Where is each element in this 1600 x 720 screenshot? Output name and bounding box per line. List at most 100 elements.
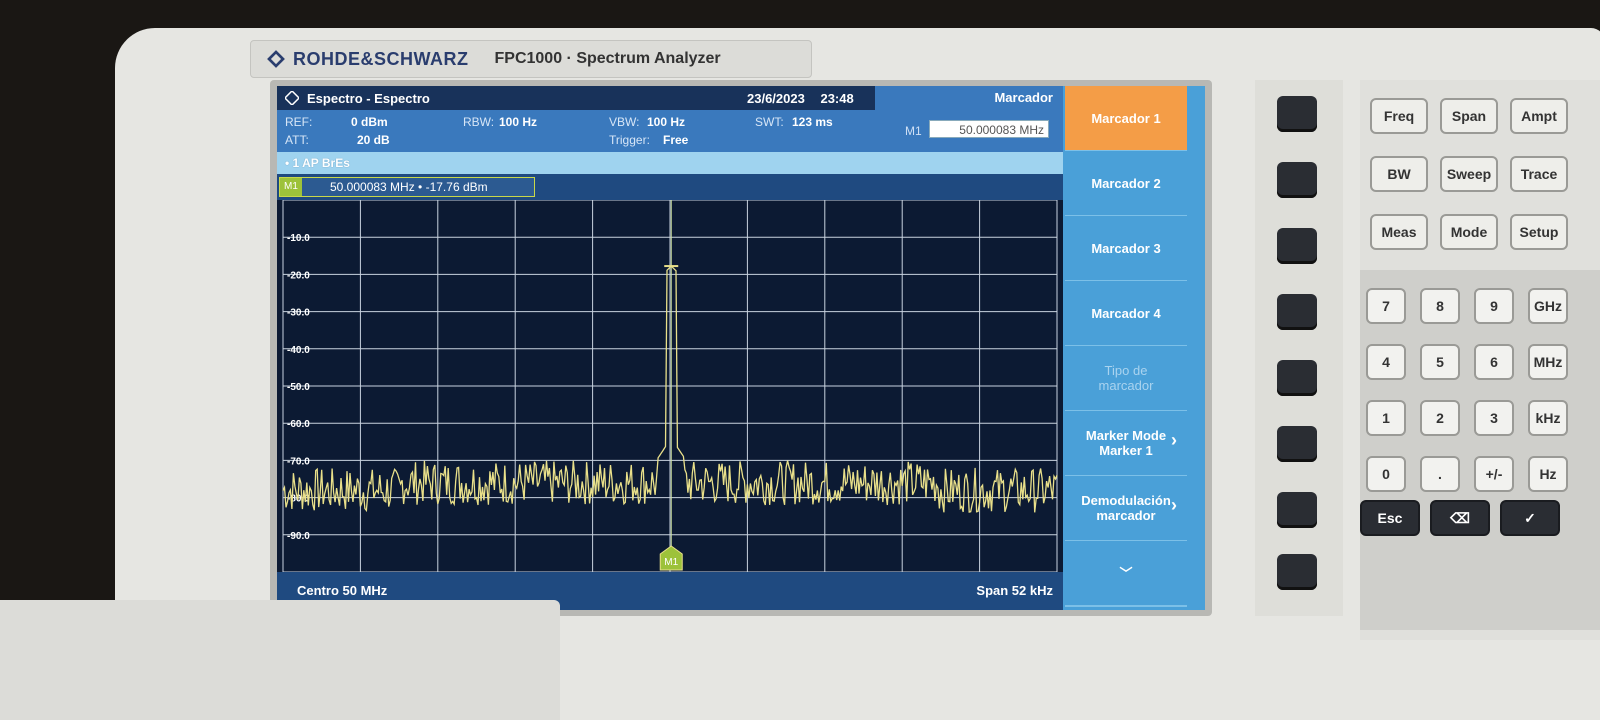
- brand-bar: ROHDE&SCHWARZ FPC1000 · Spectrum Analyze…: [250, 40, 812, 78]
- span-frequency[interactable]: Span 52 kHz: [976, 583, 1053, 598]
- key-label: Freq: [1383, 108, 1415, 124]
- hardware-softkey-3[interactable]: [1277, 228, 1317, 264]
- enter-key[interactable]: ✓: [1500, 500, 1560, 536]
- key-num[interactable]: 4: [1366, 344, 1406, 380]
- key-num[interactable]: 5: [1420, 344, 1460, 380]
- numeric-keypad-area: [1360, 270, 1600, 630]
- rbw-value: 100 Hz: [499, 115, 538, 129]
- softkey-1[interactable]: Marcador 1: [1065, 86, 1187, 152]
- marker-panel-header: Marcador: [875, 86, 1063, 110]
- spectrum-plot[interactable]: -10.0 -20.0 -30.0 -40.0 -50.0 -60.0 -70.0 -80.0…: [277, 199, 1063, 573]
- key-label: Meas: [1381, 224, 1417, 240]
- key-label: BW: [1387, 166, 1411, 182]
- y-tick-label: -40.0: [287, 345, 310, 356]
- screen-title: Espectro - Espectro: [307, 90, 430, 106]
- key-span[interactable]: Span: [1440, 98, 1498, 134]
- key-label: Mode: [1450, 224, 1488, 240]
- key-num[interactable]: 8: [1420, 288, 1460, 324]
- key-ghz[interactable]: GHz: [1528, 288, 1568, 324]
- softkey-label: Marker Mode Marker 1: [1085, 428, 1167, 458]
- key-ampt[interactable]: Ampt: [1510, 98, 1568, 134]
- key-khz[interactable]: kHz: [1528, 400, 1568, 436]
- marker-readout[interactable]: M1 50.000083 MHz • -17.76 dBm: [279, 177, 535, 197]
- y-tick-label: -10.0: [287, 233, 310, 244]
- time: 23:48: [820, 91, 854, 106]
- key-sweep[interactable]: Sweep: [1440, 156, 1498, 192]
- center-frequency[interactable]: Centro 50 MHz: [297, 583, 387, 598]
- key-label: 2: [1436, 410, 1444, 426]
- hardware-softkey-8[interactable]: [1277, 554, 1317, 590]
- key-label: +/-: [1485, 466, 1503, 482]
- softkey-7[interactable]: Demodulación marcador ›: [1065, 476, 1187, 542]
- key-hz[interactable]: Hz: [1528, 456, 1568, 492]
- y-tick-label: -90.0: [287, 531, 310, 542]
- hardware-softkey-6[interactable]: [1277, 426, 1317, 462]
- key-num[interactable]: 6: [1474, 344, 1514, 380]
- key-bw[interactable]: BW: [1370, 156, 1428, 192]
- marker-panel-title: Marcador: [994, 90, 1053, 105]
- key-num[interactable]: 2: [1420, 400, 1460, 436]
- softkey-label: Marcador 4: [1091, 305, 1161, 321]
- bench-foreground: [0, 600, 560, 720]
- key-num[interactable]: 9: [1474, 288, 1514, 324]
- y-tick-label: -30.0: [287, 308, 310, 319]
- softkey-5[interactable]: Tipo de marcador: [1065, 346, 1187, 412]
- key-num[interactable]: 7: [1366, 288, 1406, 324]
- marker-readout-bar: M1 50.000083 MHz • -17.76 dBm: [277, 174, 1063, 200]
- key-label: ⌫: [1450, 510, 1470, 526]
- y-tick-label: -70.0: [287, 456, 310, 467]
- hardware-softkey-5[interactable]: [1277, 360, 1317, 396]
- key-label: 8: [1436, 298, 1444, 314]
- brand-name: ROHDE&SCHWARZ: [293, 48, 469, 69]
- softkey-8[interactable]: ﹀: [1065, 541, 1187, 607]
- mode-icon: [285, 91, 299, 105]
- chevron-right-icon: ›: [1171, 495, 1177, 515]
- rohde-schwarz-logo-icon: [267, 50, 285, 68]
- hardware-keypad: Freq Span Ampt BW Sweep Trace Meas Mode Setup 7 8 9…: [1360, 80, 1600, 640]
- hardware-softkey-7[interactable]: [1277, 492, 1317, 528]
- hardware-softkey-column: [1255, 80, 1343, 616]
- key-num[interactable]: +/-: [1474, 456, 1514, 492]
- ref-label: REF:: [285, 115, 313, 129]
- spectrum-chart[interactable]: -10.0-20.0-30.0-40.0-50.0-60.0-70.0-80.0…: [277, 199, 1063, 573]
- key-mode[interactable]: Mode: [1440, 214, 1498, 250]
- key-freq[interactable]: Freq: [1370, 98, 1428, 134]
- parameters-bar[interactable]: REF: 0 dBm ATT: 20 dB RBW: 100 Hz VBW: 1…: [277, 110, 875, 152]
- key-label: Trace: [1520, 166, 1558, 182]
- softkey-label: Demodulación marcador: [1081, 493, 1171, 523]
- trace-info-bar[interactable]: • 1 AP BrEs: [277, 152, 1063, 174]
- trace-info: • 1 AP BrEs: [285, 156, 350, 170]
- datetime: 23/6/2023 23:48: [747, 91, 854, 106]
- att-label: ATT:: [285, 133, 309, 147]
- key-trace[interactable]: Trace: [1510, 156, 1568, 192]
- key-num[interactable]: 0: [1366, 456, 1406, 492]
- vbw-value: 100 Hz: [647, 115, 686, 129]
- key-num[interactable]: 1: [1366, 400, 1406, 436]
- softkey-2[interactable]: Marcador 2: [1065, 151, 1187, 217]
- key-num[interactable]: 3: [1474, 400, 1514, 436]
- y-tick-label: -60.0: [287, 419, 310, 430]
- title-bar: Espectro - Espectro 23/6/2023 23:48: [277, 86, 875, 110]
- key-mhz[interactable]: MHz: [1528, 344, 1568, 380]
- softkey-6[interactable]: Marker Mode Marker 1 ›: [1065, 411, 1187, 477]
- key-label: 7: [1382, 298, 1390, 314]
- ref-value: 0 dBm: [351, 115, 388, 129]
- key-label: Sweep: [1446, 166, 1492, 182]
- softkey-3[interactable]: Marcador 3: [1065, 216, 1187, 282]
- marker-frequency-input[interactable]: 50.000083 MHz: [929, 120, 1049, 138]
- hardware-softkey-1[interactable]: [1277, 96, 1317, 132]
- y-tick-label: -50.0: [287, 382, 310, 393]
- hardware-softkey-4[interactable]: [1277, 294, 1317, 330]
- trigger-label: Trigger:: [609, 133, 650, 147]
- hardware-softkey-2[interactable]: [1277, 162, 1317, 198]
- key-setup[interactable]: Setup: [1510, 214, 1568, 250]
- marker-tag: M1: [280, 178, 302, 196]
- backspace-key[interactable]: ⌫: [1430, 500, 1490, 536]
- key-label: 4: [1382, 354, 1390, 370]
- key-label: kHz: [1535, 410, 1561, 426]
- key-num[interactable]: .: [1420, 456, 1460, 492]
- esc-key[interactable]: Esc: [1360, 500, 1420, 536]
- softkey-4[interactable]: Marcador 4: [1065, 281, 1187, 347]
- trigger-value: Free: [663, 133, 689, 147]
- key-meas[interactable]: Meas: [1370, 214, 1428, 250]
